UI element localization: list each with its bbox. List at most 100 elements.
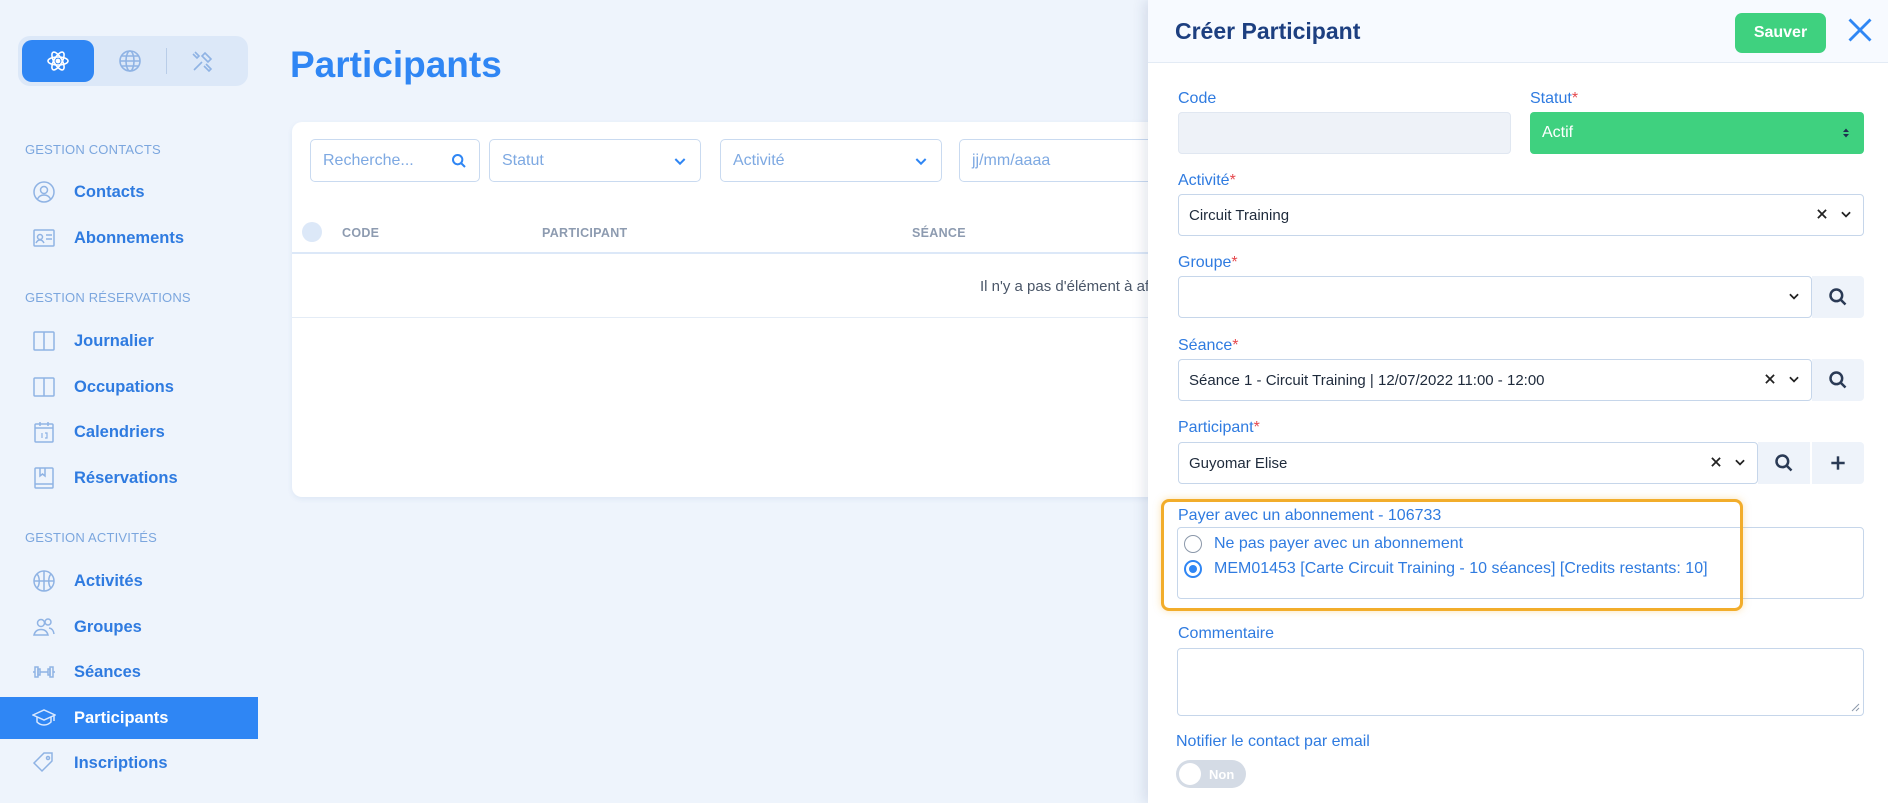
section-title-contacts: GESTION CONTACTS <box>25 142 161 157</box>
chevron-down-icon[interactable] <box>1787 372 1801 386</box>
table-header: CODE PARTICIPANT SÉANCE <box>292 210 1192 254</box>
group-select[interactable] <box>1178 276 1812 318</box>
sidebar-item-label: Réservations <box>74 468 178 487</box>
required-mark: * <box>1229 172 1236 189</box>
session-label-text: Séance <box>1178 337 1233 354</box>
bookmark-book-icon <box>34 467 54 489</box>
sidebar-item-calendriers[interactable]: Calendriers <box>0 411 258 453</box>
sidebar-item-seances[interactable]: Séances <box>0 651 258 693</box>
tools-icon <box>192 51 213 73</box>
sidebar-item-activites[interactable]: Activités <box>0 560 258 602</box>
participant-add-button[interactable] <box>1812 442 1864 484</box>
sidebar-item-groupes[interactable]: Groupes <box>0 606 258 648</box>
sidebar-item-label: Séances <box>74 662 141 681</box>
status-label: Statut* <box>1530 90 1578 108</box>
clear-icon[interactable] <box>1709 455 1723 469</box>
session-search-button[interactable] <box>1812 359 1864 401</box>
notify-label: Notifier le contact par email <box>1176 733 1370 750</box>
sidebar-item-inscriptions[interactable]: Inscriptions <box>0 742 258 784</box>
search-input[interactable]: Recherche... <box>310 139 480 182</box>
select-controls <box>1815 207 1853 221</box>
participant-select-value: Guyomar Elise <box>1189 454 1288 472</box>
plus-icon <box>1831 456 1845 470</box>
sidebar-item-occupations[interactable]: Occupations <box>0 366 258 408</box>
mode-tools-button[interactable] <box>167 40 239 82</box>
mode-atom-button[interactable] <box>22 40 94 82</box>
tag-icon <box>32 752 53 773</box>
column-header-seance[interactable]: SÉANCE <box>912 226 966 240</box>
search-icon <box>1829 371 1847 389</box>
clear-icon[interactable] <box>1815 207 1829 221</box>
activity-select[interactable]: Circuit Training <box>1178 194 1864 236</box>
chevron-down-icon[interactable] <box>1839 207 1853 221</box>
required-mark: * <box>1231 254 1238 271</box>
status-filter-value: Statut <box>502 151 544 169</box>
activity-label: Activité* <box>1178 172 1236 190</box>
status-select-value: Actif <box>1542 124 1574 141</box>
sidebar: GESTION CONTACTS Contacts Abonnements GE… <box>0 0 258 803</box>
book-open-icon <box>33 377 55 397</box>
id-card-icon <box>33 229 55 247</box>
atom-icon <box>47 51 69 71</box>
select-controls <box>1763 372 1801 386</box>
participant-select[interactable]: Guyomar Elise <box>1178 442 1758 484</box>
session-label: Séance* <box>1178 337 1239 355</box>
sidebar-item-contacts[interactable]: Contacts <box>0 171 258 213</box>
sidebar-item-reservations[interactable]: Réservations <box>0 457 258 499</box>
save-button[interactable]: Sauver <box>1735 13 1826 53</box>
resize-grip-icon[interactable] <box>1850 702 1860 712</box>
participant-label-text: Participant <box>1178 419 1254 436</box>
section-title-reservations: GESTION RÉSERVATIONS <box>25 290 191 305</box>
comment-label: Commentaire <box>1178 625 1275 642</box>
page-title: Participants <box>290 44 502 85</box>
mode-globe-button[interactable] <box>94 40 166 82</box>
empty-message: Il n'y a pas d'élément à affic <box>980 278 1164 295</box>
sidebar-item-label: Calendriers <box>74 422 165 441</box>
search-placeholder: Recherche... <box>323 151 414 169</box>
chevron-down-icon <box>674 157 686 165</box>
group-label-text: Groupe <box>1178 254 1232 271</box>
close-button[interactable] <box>1844 14 1876 46</box>
select-controls <box>1709 455 1747 469</box>
sidebar-item-journalier[interactable]: Journalier <box>0 320 258 362</box>
toggle-knob <box>1179 763 1201 785</box>
status-select[interactable]: Actif <box>1530 112 1864 154</box>
book-open-icon <box>33 331 55 351</box>
globe-icon <box>119 50 141 72</box>
clear-icon[interactable] <box>1763 372 1777 386</box>
comment-textarea[interactable] <box>1177 648 1864 716</box>
sidebar-item-label: Journalier <box>74 331 154 350</box>
section-title-activites: GESTION ACTIVITÉS <box>25 530 157 545</box>
dumbbell-icon <box>33 666 55 678</box>
sidebar-item-label: Groupes <box>74 617 142 636</box>
panel-title: Créer Participant <box>1175 18 1361 44</box>
ball-icon <box>33 570 55 592</box>
column-header-code[interactable]: CODE <box>342 226 379 240</box>
required-mark: * <box>1232 337 1239 354</box>
code-field <box>1178 112 1511 154</box>
highlight-box <box>1161 499 1743 611</box>
select-all-checkbox[interactable] <box>302 222 322 242</box>
participant-search-button[interactable] <box>1758 442 1810 484</box>
group-search-button[interactable] <box>1812 276 1864 318</box>
chevron-down-icon[interactable] <box>1787 289 1801 303</box>
chevron-down-icon[interactable] <box>1733 455 1747 469</box>
panel-header: Créer Participant Sauver <box>1148 0 1888 63</box>
notify-toggle[interactable]: Non <box>1176 760 1246 788</box>
select-controls <box>1787 289 1801 303</box>
sidebar-item-participants[interactable]: Participants <box>0 697 258 739</box>
sidebar-item-abonnements[interactable]: Abonnements <box>0 217 258 259</box>
participant-label: Participant* <box>1178 419 1260 437</box>
session-select-value: Séance 1 - Circuit Training | 12/07/2022… <box>1189 371 1545 389</box>
column-header-participant[interactable]: PARTICIPANT <box>542 226 627 240</box>
activity-filter-select[interactable]: Activité <box>720 139 942 182</box>
required-mark: * <box>1253 419 1260 436</box>
mode-switch <box>18 36 248 86</box>
status-filter-select[interactable]: Statut <box>489 139 701 182</box>
activity-select-value: Circuit Training <box>1189 206 1290 224</box>
sidebar-item-label: Inscriptions <box>74 753 168 772</box>
sidebar-item-label: Contacts <box>74 182 145 201</box>
graduation-cap-icon <box>32 709 56 726</box>
session-select[interactable]: Séance 1 - Circuit Training | 12/07/2022… <box>1178 359 1812 401</box>
date-filter-placeholder: jj/mm/aaaa <box>972 151 1051 169</box>
